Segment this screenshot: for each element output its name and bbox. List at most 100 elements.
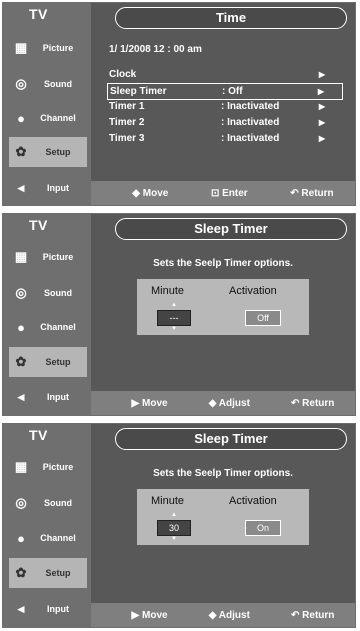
sidebar-item-label: Input — [47, 604, 69, 614]
page-title: Sleep Timer — [115, 428, 347, 450]
chevron-right-icon: ▶ — [318, 118, 325, 127]
menu-item-value: : Inactivated — [221, 133, 280, 144]
menu-item-timer-2[interactable]: Timer 2 : Inactivated ▶ — [109, 115, 347, 130]
move-hint: ▶ Move — [131, 397, 168, 409]
menu-item-clock[interactable]: Clock ▶ — [109, 67, 347, 82]
menu-item-timer-1[interactable]: Timer 1 : Inactivated ▶ — [109, 99, 347, 114]
main-panel: Sleep Timer Sets the Seelp Timer options… — [91, 214, 355, 415]
menu-item-label: Timer 1 — [109, 101, 145, 112]
adjust-hint: ◆ Adjust — [208, 397, 250, 409]
arrow-up-icon: ▲ — [171, 512, 177, 518]
sidebar-item-channel[interactable]: ● Channel — [9, 523, 87, 553]
menu-item-timer-3[interactable]: Timer 3 : Inactivated ▶ — [109, 131, 347, 146]
chevron-right-icon: ▶ — [317, 87, 324, 96]
page-title: Time — [115, 7, 347, 29]
minute-value-field[interactable]: 30 — [157, 520, 191, 536]
picture-icon: ▦ — [14, 459, 28, 474]
menu-item-label: Timer 2 — [109, 117, 145, 128]
sidebar-item-label: Picture — [42, 43, 74, 53]
chevron-right-icon: ▶ — [318, 70, 325, 79]
sleep-timer-panel: Minute Activation ▲ 30 ▼ On — [137, 489, 309, 545]
return-hint: ↶ Return — [290, 187, 334, 199]
sidebar-item-label: Sound — [44, 498, 72, 508]
activation-value-field[interactable]: Off — [245, 310, 281, 326]
setup-icon: ✿ — [15, 565, 27, 580]
sidebar: TV ▦ Picture ◎ Sound ● Channel ✿ Setup ◂… — [3, 214, 91, 415]
sound-icon: ◎ — [15, 76, 27, 91]
picture-icon: ▦ — [14, 249, 28, 264]
channel-icon: ● — [17, 319, 25, 335]
minute-column-header: Minute — [151, 285, 185, 297]
sleep-timer-panel: Minute Activation ▲ --- ▼ Off — [137, 279, 309, 335]
sidebar-item-label: Setup — [45, 568, 71, 578]
sound-icon: ◎ — [15, 285, 27, 300]
sidebar-item-label: Picture — [42, 252, 74, 262]
activation-value-field[interactable]: On — [245, 520, 281, 536]
setup-icon: ✿ — [15, 144, 27, 159]
sidebar-item-setup[interactable]: ✿ Setup — [9, 347, 87, 377]
sidebar-item-picture[interactable]: ▦ Picture — [9, 33, 87, 63]
arrow-down-icon: ▼ — [171, 326, 177, 332]
minute-column-header: Minute — [151, 495, 185, 507]
sidebar-item-label: Sound — [44, 79, 72, 89]
sound-icon: ◎ — [15, 495, 27, 510]
help-bar: ▶ Move ◆ Adjust ↶ Return — [91, 603, 355, 627]
description-text: Sets the Seelp Timer options. — [153, 258, 293, 269]
arrow-up-icon: ▲ — [171, 302, 177, 308]
sidebar-item-input[interactable]: ◂ Input — [9, 382, 87, 412]
page-title: Sleep Timer — [115, 218, 347, 240]
menu-item-value: : Inactivated — [221, 117, 280, 128]
menu-item-sleep-timer[interactable]: Sleep Timer : Off ▶ — [107, 83, 343, 100]
enter-hint: ⊡ Enter — [210, 187, 248, 199]
return-hint: ↶ Return — [291, 609, 335, 621]
tv-label: TV — [29, 427, 48, 443]
sidebar-item-label: Setup — [45, 357, 71, 367]
activation-column-header: Activation — [229, 495, 277, 507]
chevron-right-icon: ▶ — [318, 102, 325, 111]
adjust-hint: ◆ Adjust — [208, 609, 250, 621]
channel-icon: ● — [17, 530, 25, 546]
return-hint: ↶ Return — [291, 397, 335, 409]
sidebar-item-channel[interactable]: ● Channel — [9, 312, 87, 342]
move-hint: ◆ Move — [132, 187, 169, 199]
sidebar-item-label: Picture — [42, 462, 74, 472]
sidebar-item-label: Channel — [40, 113, 76, 123]
description-text: Sets the Seelp Timer options. — [153, 468, 293, 479]
sidebar-item-sound[interactable]: ◎ Sound — [9, 69, 87, 99]
sidebar-item-picture[interactable]: ▦ Picture — [9, 452, 87, 482]
time-menu-screen: TV ▦ Picture ◎ Sound ● Channel ✿ Setup ◂… — [2, 2, 356, 206]
activation-column-header: Activation — [229, 285, 277, 297]
move-hint: ▶ Move — [131, 609, 168, 621]
main-panel: Sleep Timer Sets the Seelp Timer options… — [91, 424, 355, 627]
sidebar-item-picture[interactable]: ▦ Picture — [9, 242, 87, 272]
sidebar-item-sound[interactable]: ◎ Sound — [9, 278, 87, 308]
sidebar-item-label: Sound — [44, 288, 72, 298]
sidebar-item-setup[interactable]: ✿ Setup — [9, 558, 87, 588]
sidebar-item-sound[interactable]: ◎ Sound — [9, 488, 87, 518]
sidebar-item-label: Channel — [40, 322, 76, 332]
current-datetime: 1/ 1/2008 12 : 00 am — [109, 44, 202, 55]
menu-item-label: Timer 3 — [109, 133, 145, 144]
main-panel: Time 1/ 1/2008 12 : 00 am Clock ▶ Sleep … — [91, 3, 355, 205]
sidebar-item-input[interactable]: ◂ Input — [9, 173, 87, 203]
help-bar: ◆ Move ⊡ Enter ↶ Return — [91, 181, 355, 205]
tv-label: TV — [29, 217, 48, 233]
sidebar-item-channel[interactable]: ● Channel — [9, 103, 87, 133]
sidebar-item-setup[interactable]: ✿ Setup — [9, 137, 87, 167]
picture-icon: ▦ — [14, 40, 28, 55]
sidebar: TV ▦ Picture ◎ Sound ● Channel ✿ Setup ◂… — [3, 3, 91, 205]
sidebar-item-label: Channel — [40, 533, 76, 543]
help-bar: ▶ Move ◆ Adjust ↶ Return — [91, 391, 355, 415]
sleep-timer-screen-off: TV ▦ Picture ◎ Sound ● Channel ✿ Setup ◂… — [2, 213, 356, 416]
menu-item-value: : Inactivated — [221, 101, 280, 112]
input-icon: ◂ — [17, 389, 25, 404]
minute-value-field[interactable]: --- — [157, 310, 191, 326]
menu-item-label: Sleep Timer — [110, 86, 167, 97]
sidebar: TV ▦ Picture ◎ Sound ● Channel ✿ Setup ◂… — [3, 424, 91, 627]
menu-item-value: : Off — [222, 86, 243, 97]
sidebar-item-label: Setup — [45, 147, 71, 157]
channel-icon: ● — [17, 110, 25, 126]
sidebar-item-input[interactable]: ◂ Input — [9, 594, 87, 624]
sidebar-item-label: Input — [47, 183, 69, 193]
input-icon: ◂ — [17, 180, 25, 195]
